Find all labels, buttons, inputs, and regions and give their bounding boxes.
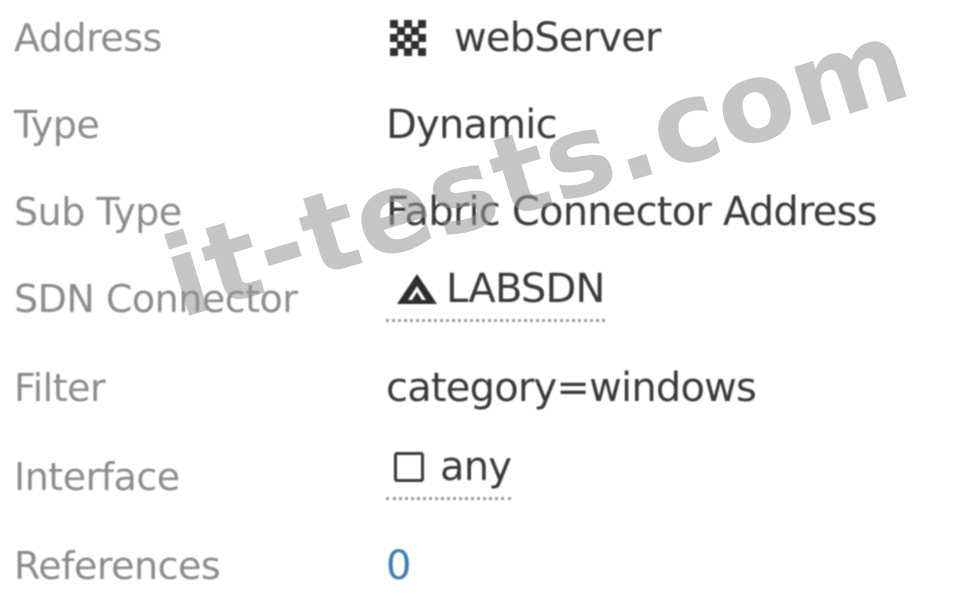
- interface-name: any: [440, 444, 512, 490]
- filter-label: Filter: [14, 366, 106, 410]
- row-sdn-connector: SDN Connector LABSDN: [0, 261, 959, 349]
- row-references: References 0: [0, 528, 959, 604]
- references-count-link[interactable]: 0: [386, 528, 411, 604]
- row-filter: Filter category=windows: [0, 350, 959, 438]
- sdn-connector-name: LABSDN: [446, 266, 605, 312]
- interface-label: Interface: [14, 455, 180, 499]
- filter-value: category=windows: [386, 365, 757, 411]
- interface-value[interactable]: any: [386, 439, 512, 500]
- type-label: Type: [14, 103, 100, 147]
- address-grid-icon: [390, 20, 426, 56]
- address-value: webServer: [386, 0, 661, 76]
- address-name: webServer: [454, 15, 661, 61]
- interface-link[interactable]: any: [386, 439, 512, 500]
- references-label: References: [14, 544, 221, 588]
- interface-icon: [394, 452, 424, 482]
- address-label: Address: [14, 16, 162, 60]
- row-interface: Interface any: [0, 439, 959, 527]
